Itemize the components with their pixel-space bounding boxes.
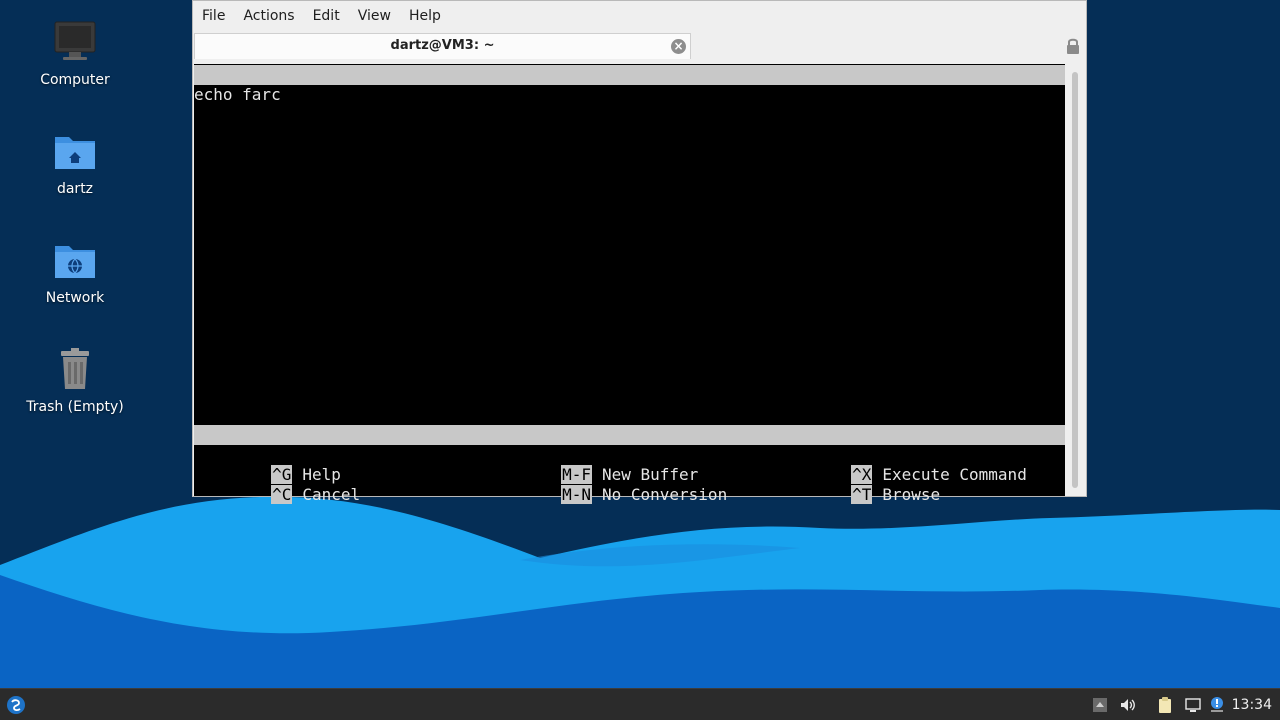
shortcut-key: M-N xyxy=(561,485,592,504)
terminal-view[interactable]: GNU nano 5.6.1 New Buffer * echo farc Fi… xyxy=(194,64,1065,504)
desktop-icon-home[interactable]: dartz xyxy=(15,127,135,197)
terminal-window: File Actions Edit View Help dartz@VM3: ~… xyxy=(192,0,1087,504)
shortcut-label: No Conversion xyxy=(601,485,728,504)
desktop-icon-trash[interactable]: Trash (Empty) xyxy=(15,345,135,415)
shortcut-no-conversion: M-N No Conversion xyxy=(484,465,727,504)
desktop-icon-computer[interactable]: Computer xyxy=(15,18,135,88)
tab-bar: dartz@VM3: ~ × xyxy=(193,31,1086,63)
shortcut-help: ^G Help xyxy=(194,445,341,484)
menu-edit[interactable]: Edit xyxy=(304,1,349,31)
shortcut-label: Cancel xyxy=(302,485,361,504)
menu-bar: File Actions Edit View Help xyxy=(193,1,1086,31)
shortcut-key: ^C xyxy=(271,485,293,504)
shortcut-new-buffer: M-F New Buffer xyxy=(484,445,698,484)
taskbar: 13:34 xyxy=(0,688,1280,720)
menu-view[interactable]: View xyxy=(349,1,400,31)
network-folder-icon xyxy=(55,246,95,278)
desktop-icon-label: Network xyxy=(45,290,105,306)
show-hidden-icons-icon[interactable] xyxy=(1091,696,1109,714)
desktop: Computer dartz Network Trash (Empty) Fil… xyxy=(0,0,1280,720)
shortcut-cancel: ^C Cancel xyxy=(194,465,360,504)
shortcut-key: ^T xyxy=(851,485,873,504)
menu-file[interactable]: File xyxy=(193,1,234,31)
lock-icon[interactable] xyxy=(1066,37,1080,55)
nano-prompt[interactable]: File to insert [from ./]: t xyxy=(194,425,1065,464)
nano-buffer-name: New Buffer * xyxy=(614,105,730,124)
shortcut-execute-command: ^X Execute Command xyxy=(774,445,1027,484)
desktop-icon-label: Trash (Empty) xyxy=(26,399,124,415)
desktop-icon-label: Computer xyxy=(40,72,110,88)
menu-help[interactable]: Help xyxy=(400,1,450,31)
computer-icon xyxy=(54,21,96,60)
desktop-icon-label: dartz xyxy=(56,181,94,197)
buffer-line: echo farc xyxy=(194,85,281,104)
desktop-icon-network[interactable]: Network xyxy=(15,236,135,306)
tab-close-icon[interactable]: × xyxy=(671,39,686,54)
start-menu-icon[interactable] xyxy=(6,695,26,715)
menu-actions[interactable]: Actions xyxy=(234,1,303,31)
scrollbar-thumb[interactable] xyxy=(1072,72,1078,488)
clock[interactable]: 13:34 xyxy=(1232,689,1272,720)
clipboard-icon[interactable] xyxy=(1156,696,1174,714)
trash-icon xyxy=(61,348,89,389)
network-status-icon[interactable] xyxy=(1184,696,1202,714)
notification-icon[interactable] xyxy=(1208,696,1226,714)
shortcut-label: Browse xyxy=(882,485,941,504)
nano-title-bar: GNU nano 5.6.1 New Buffer * xyxy=(194,65,1065,124)
volume-icon[interactable] xyxy=(1119,696,1137,714)
scrollbar[interactable] xyxy=(1065,64,1086,496)
tab-terminal[interactable]: dartz@VM3: ~ × xyxy=(194,33,691,59)
shortcut-browse: ^T Browse xyxy=(774,465,940,504)
tab-title: dartz@VM3: ~ xyxy=(390,38,495,53)
home-folder-icon xyxy=(55,137,95,169)
